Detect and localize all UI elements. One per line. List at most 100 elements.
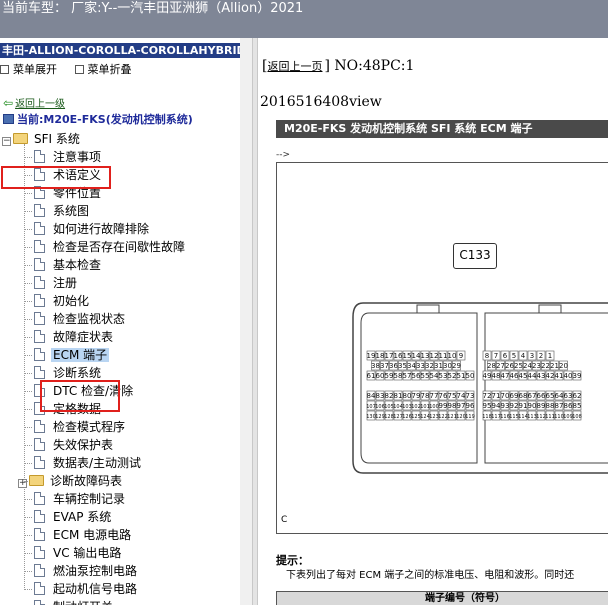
pin-number: 43 bbox=[537, 372, 546, 380]
pin-number: 77 bbox=[430, 392, 439, 400]
pin-number: 4 bbox=[521, 352, 526, 360]
collapse-label: 菜单折叠 bbox=[87, 63, 132, 76]
back-link[interactable]: ⇦ 返回上一级 bbox=[3, 96, 65, 112]
document-icon bbox=[34, 438, 45, 451]
document-icon bbox=[34, 222, 45, 235]
tree-branch bbox=[24, 535, 32, 536]
tree-item-label: 初始化 bbox=[53, 294, 90, 308]
expand-label: 菜单展开 bbox=[13, 63, 57, 76]
left-scrollbar[interactable] bbox=[240, 38, 252, 605]
pin-number: 7 bbox=[494, 352, 498, 360]
tree-item[interactable]: EVAP 系统 bbox=[24, 508, 113, 526]
back-page-link[interactable]: 返回上一页 bbox=[267, 60, 322, 73]
pin-number: 5 bbox=[512, 352, 516, 360]
tree-item-label: 检查监视状态 bbox=[53, 312, 126, 326]
pin-number: 99 bbox=[439, 402, 448, 410]
tree-branch bbox=[24, 355, 32, 356]
pin-number: 98 bbox=[448, 402, 457, 410]
tree-branch bbox=[24, 463, 32, 464]
pin-number: 27 bbox=[496, 362, 505, 370]
pin-number: 96 bbox=[466, 402, 475, 410]
pin-number: 31 bbox=[434, 362, 443, 370]
pin-number: 87 bbox=[555, 402, 564, 410]
doc-title: M20E-FKS 发动机控制系统 SFI 系统 ECM 端子 bbox=[276, 120, 608, 138]
tree-item[interactable]: 检查模式程序 bbox=[24, 418, 127, 436]
pin-number: 32 bbox=[425, 362, 434, 370]
tree-item[interactable]: VC 输出电路 bbox=[24, 544, 123, 562]
pin-number: 3 bbox=[530, 352, 534, 360]
document-icon bbox=[34, 330, 45, 343]
pin-number: 61 bbox=[367, 372, 376, 380]
tree-item[interactable]: 车辆控制记录 bbox=[24, 490, 127, 508]
tree-item[interactable]: 如何进行故障排除 bbox=[24, 220, 151, 238]
document-icon bbox=[34, 366, 45, 379]
tree-item-label: 注册 bbox=[53, 276, 78, 290]
tree-item-label: 诊断故障码表 bbox=[50, 474, 123, 488]
expand-menu-button[interactable]: 菜单展开 bbox=[0, 63, 57, 76]
collapse-menu-button[interactable]: 菜单折叠 bbox=[74, 63, 132, 76]
menu-toolbar: 菜单展开 菜单折叠 bbox=[0, 62, 146, 78]
terminal-table-header: 端子编号（符号） bbox=[276, 591, 608, 605]
tree-item[interactable]: 故障症状表 bbox=[24, 328, 115, 346]
tree-branch bbox=[24, 445, 32, 446]
pin-number: 78 bbox=[421, 392, 430, 400]
pin-number: 100 bbox=[429, 404, 439, 410]
pin-number: 25 bbox=[514, 362, 523, 370]
pin-number: 70 bbox=[501, 392, 510, 400]
tree-root-sfi[interactable]: − SFI 系统 bbox=[2, 130, 82, 148]
current-label: 当前:M20E-FKS(发动机控制系统) bbox=[17, 113, 193, 126]
tree-branch bbox=[24, 373, 32, 374]
pin-number: 55 bbox=[421, 372, 430, 380]
pin-number: 12 bbox=[430, 352, 439, 360]
tree-item[interactable]: 注册 bbox=[24, 274, 79, 292]
pin-number: 50 bbox=[466, 372, 475, 380]
pin-number: 97 bbox=[457, 402, 466, 410]
tree-item[interactable]: 检查是否存在间歇性故障 bbox=[24, 238, 187, 256]
pin-number: 6 bbox=[503, 352, 508, 360]
pin-number: 21 bbox=[550, 362, 559, 370]
pin-number: 60 bbox=[376, 372, 385, 380]
pin-number: 92 bbox=[510, 402, 519, 410]
pin-number: 67 bbox=[528, 392, 537, 400]
pin-number: 17 bbox=[385, 352, 394, 360]
pin-number: 72 bbox=[483, 392, 492, 400]
tree-item-label: ECM 电源电路 bbox=[53, 528, 132, 542]
tree-item[interactable]: 检查监视状态 bbox=[24, 310, 127, 328]
tree-branch bbox=[24, 427, 32, 428]
tree-item-label: ECM 端子 bbox=[51, 348, 110, 362]
pin-number: 93 bbox=[501, 402, 510, 410]
tree-item[interactable]: 注意事项 bbox=[24, 148, 103, 166]
tree-item[interactable]: 数据表/主动测试 bbox=[24, 454, 143, 472]
tree-item-label: 检查模式程序 bbox=[53, 420, 126, 434]
comment-marker: --> bbox=[276, 150, 291, 160]
tree-item-label: 故障症状表 bbox=[53, 330, 114, 344]
pin-number: 9 bbox=[459, 352, 463, 360]
tree-item[interactable]: + 诊断故障码表 bbox=[18, 472, 124, 490]
tree-item[interactable]: ECM 端子 bbox=[24, 346, 110, 364]
tree-item[interactable]: ECM 电源电路 bbox=[24, 526, 133, 544]
connector-figure: C133 19 18 17 16 15 14 13 12 11 10 9 38 37 36 35 34 33 32… bbox=[276, 162, 608, 534]
pin-number: 79 bbox=[412, 392, 421, 400]
pin-number: 8 bbox=[485, 352, 489, 360]
tree-item[interactable]: 制动灯开关 bbox=[34, 598, 115, 605]
tree-item[interactable]: 燃油泵控制电路 bbox=[24, 562, 139, 580]
tree-item[interactable]: 起动机信号电路 bbox=[24, 580, 139, 598]
tree-branch bbox=[24, 301, 32, 302]
collapse-node-icon[interactable]: − bbox=[2, 137, 11, 146]
tree-item[interactable]: 初始化 bbox=[24, 292, 91, 310]
tree-item[interactable]: 系统图 bbox=[24, 202, 91, 220]
tree-item-label: 制动灯开关 bbox=[51, 600, 115, 605]
page-number: NO:48PC:1 bbox=[334, 58, 415, 74]
document-icon bbox=[34, 456, 45, 469]
pin-number: 68 bbox=[519, 392, 528, 400]
tree-item[interactable]: 失效保护表 bbox=[24, 436, 115, 454]
tree-branch bbox=[24, 409, 32, 410]
pin-number: 83 bbox=[376, 392, 385, 400]
tree-item-label: VC 输出电路 bbox=[53, 546, 122, 560]
back-link-label: 返回上一级 bbox=[15, 99, 66, 110]
pin-number: 37 bbox=[380, 362, 389, 370]
tree-branch bbox=[24, 319, 32, 320]
tree-root-label: SFI 系统 bbox=[34, 132, 80, 146]
tree-item[interactable]: 基本检查 bbox=[24, 256, 103, 274]
tree-branch bbox=[24, 193, 32, 194]
